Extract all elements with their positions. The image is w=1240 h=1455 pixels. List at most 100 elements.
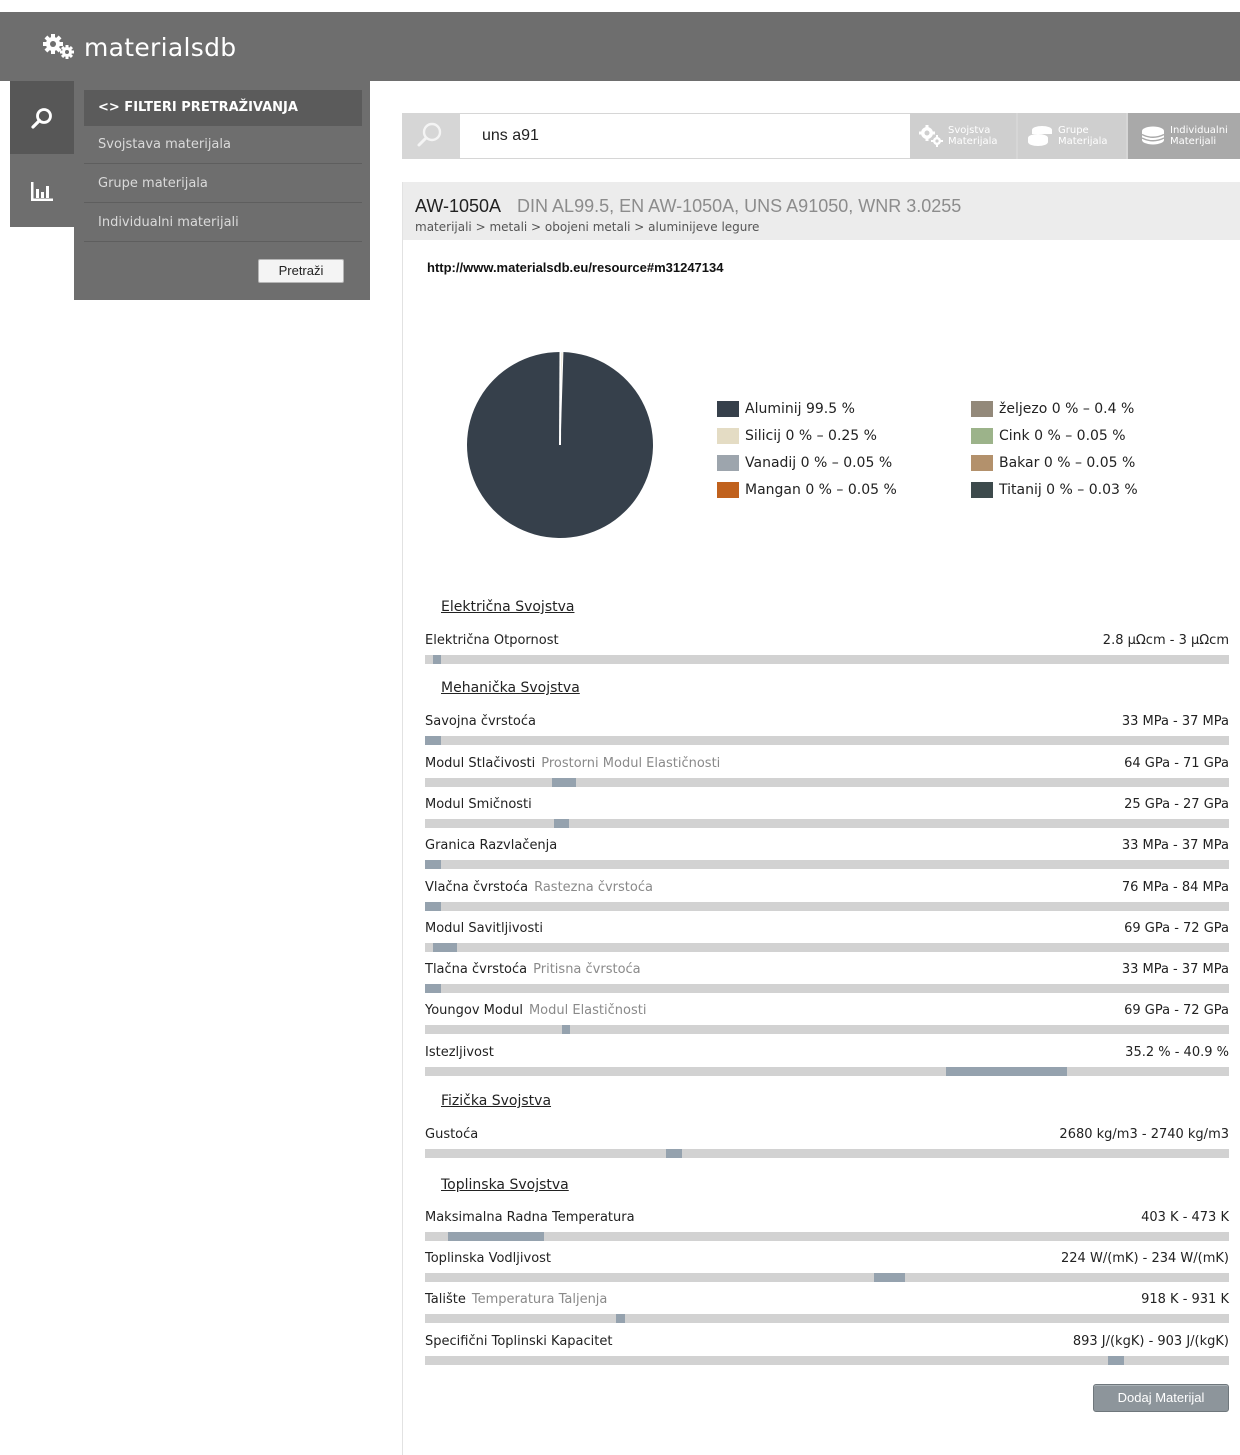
property-range-bar [425, 860, 1229, 869]
legend-item-mangan: Mangan 0 % – 0.05 % [717, 480, 897, 500]
property-label: Istezljivost [425, 1045, 500, 1060]
property-row[interactable]: Youngov Modul Modul Elastičnosti 69 GPa - … [425, 1003, 1229, 1034]
legend-label: Silicij 0 % – 0.25 % [745, 428, 877, 444]
legend-swatch [971, 401, 993, 417]
legend-item-vanadij: Vanadij 0 % – 0.05 % [717, 453, 892, 473]
section-electrical[interactable]: Električna Svojstva [441, 599, 574, 615]
property-label: Vlačna čvrstoća Rastezna čvrstoća [425, 880, 653, 895]
property-range-bar [425, 984, 1229, 993]
filter-item-properties[interactable]: Svojstava materijala [84, 126, 362, 164]
property-row[interactable]: Vlačna čvrstoća Rastezna čvrstoća 76 MPa -… [425, 880, 1229, 911]
property-row[interactable]: Maksimalna Radna Temperatura 403 K - 473 … [425, 1210, 1229, 1241]
property-range-bar [425, 736, 1229, 745]
tab-material-groups[interactable]: Grupe Materijala [1018, 113, 1126, 159]
property-row[interactable]: Granica Razvlačenja 33 MPa - 37 MPa [425, 838, 1229, 869]
tab-individual-materials-line1: Individualni [1170, 125, 1228, 136]
property-name: Gustoća [425, 1127, 479, 1142]
tab-individual-materials-line2: Materijali [1170, 136, 1217, 147]
property-row[interactable]: Modul Savitljivosti 69 GPa - 72 GPa [425, 921, 1229, 952]
property-synonym: Pritisna čvrstoća [533, 962, 641, 977]
breadcrumb[interactable]: materijali > metali > obojeni metali > a… [415, 220, 759, 234]
property-row[interactable]: Savojna čvrstoća 33 MPa - 37 MPa [425, 714, 1229, 745]
property-label: Youngov Modul Modul Elastičnosti [425, 1003, 646, 1018]
search-tab[interactable] [10, 81, 74, 154]
property-value: 69 GPa - 72 GPa [1124, 1003, 1229, 1018]
property-label: Tlačna čvrstoća Pritisna čvrstoća [425, 962, 641, 977]
property-range-fill [425, 736, 441, 745]
property-range-bar [425, 778, 1229, 787]
legend-swatch [717, 482, 739, 498]
property-row[interactable]: Toplinska Vodljivost 224 W/(mK) - 234 W/(… [425, 1251, 1229, 1282]
material-header: AW-1050A DIN AL99.5, EN AW-1050A, UNS A91… [403, 182, 1240, 240]
filter-item-groups[interactable]: Grupe materijala [84, 165, 362, 203]
property-synonym: Rastezna čvrstoća [534, 880, 653, 895]
property-range-bar [425, 1025, 1229, 1034]
stack-icon [1028, 126, 1052, 146]
search-button[interactable]: Pretraži [258, 259, 344, 283]
property-range-bar [425, 819, 1229, 828]
legend-swatch [717, 455, 739, 471]
material-card: AW-1050A DIN AL99.5, EN AW-1050A, UNS A91… [402, 182, 1240, 1455]
chart-tab[interactable] [10, 154, 74, 227]
filter-item-individual[interactable]: Individualni materijali [84, 204, 362, 242]
property-row[interactable]: Istezljivost 35.2 % - 40.9 % [425, 1045, 1229, 1076]
legend-item-bakar: Bakar 0 % – 0.05 % [971, 453, 1135, 473]
legend-swatch [971, 482, 993, 498]
property-row[interactable]: Modul Smičnosti 25 GPa - 27 GPa [425, 797, 1229, 828]
legend-item-cink: Cink 0 % – 0.05 % [971, 426, 1126, 446]
property-value: 403 K - 473 K [1141, 1210, 1229, 1225]
section-mechanical[interactable]: Mehanička Svojstva [441, 680, 580, 696]
legend-label: Vanadij 0 % – 0.05 % [745, 455, 893, 471]
legend-item-silicij: Silicij 0 % – 0.25 % [717, 426, 877, 446]
tab-material-properties[interactable]: Svojstva Materijala [910, 113, 1016, 159]
gears-icon [919, 125, 943, 147]
property-value: 25 GPa - 27 GPa [1124, 797, 1229, 812]
property-name: Modul Stlačivosti [425, 756, 536, 771]
tab-individual-materials[interactable]: Individualni Materijali [1128, 113, 1240, 159]
property-range-fill [666, 1149, 682, 1158]
property-row[interactable]: Električna Otpornost 2.8 μΩcm - 3 μΩcm [425, 633, 1229, 664]
legend-label: Titanij 0 % – 0.03 % [999, 482, 1138, 498]
material-name[interactable]: AW-1050A [415, 196, 501, 216]
legend-label: Bakar 0 % – 0.05 % [999, 455, 1136, 471]
property-name: Specifični Toplinski Kapacitet [425, 1334, 613, 1349]
filter-panel-title[interactable]: <> FILTERI PRETRAŽIVANJA [84, 90, 362, 126]
material-synonyms: DIN AL99.5, EN AW-1050A, UNS A91050, WNR… [517, 196, 962, 216]
property-name: Tlačna čvrstoća [425, 962, 528, 977]
property-value: 33 MPa - 37 MPa [1121, 962, 1229, 977]
search-input[interactable] [460, 114, 910, 158]
legend-label: Cink 0 % – 0.05 % [999, 428, 1126, 444]
property-range-fill [448, 1232, 544, 1241]
property-range-bar [425, 902, 1229, 911]
property-row[interactable]: Talište Temperatura Taljenja 918 K - 931 K [425, 1292, 1229, 1323]
legend-swatch [717, 401, 739, 417]
property-value: 2680 kg/m3 - 2740 kg/m3 [1059, 1127, 1229, 1142]
property-range-bar [425, 1314, 1229, 1323]
section-physical[interactable]: Fizička Svojstva [441, 1093, 551, 1109]
resource-uri[interactable]: http://www.materialsdb.eu/resource#m3124… [427, 260, 723, 275]
property-row[interactable]: Specifični Toplinski Kapacitet 893 J/(kgK… [425, 1334, 1229, 1365]
search-icon [31, 107, 52, 129]
property-name: Vlačna čvrstoća [425, 880, 529, 895]
legend-item-titanij: Titanij 0 % – 0.03 % [971, 480, 1138, 500]
property-value: 2.8 μΩcm - 3 μΩcm [1102, 633, 1229, 648]
property-name: Maksimalna Radna Temperatura [425, 1210, 635, 1225]
property-label: Gustoća [425, 1127, 484, 1142]
property-row[interactable]: Tlačna čvrstoća Pritisna čvrstoća 33 MPa -… [425, 962, 1229, 993]
property-row[interactable]: Gustoća 2680 kg/m3 - 2740 kg/m3 [425, 1127, 1229, 1158]
property-range-fill [1108, 1356, 1124, 1365]
logo[interactable]: materialsdb [42, 31, 236, 63]
logo-text: materialsdb [84, 32, 237, 62]
property-label: Modul Smičnosti [425, 797, 538, 812]
section-thermal[interactable]: Toplinska Svojstva [441, 1177, 569, 1193]
legend-label: željezo 0 % – 0.4 % [999, 401, 1135, 417]
property-row[interactable]: Modul Stlačivosti Prostorni Modul Elastič… [425, 756, 1229, 787]
search-icon [417, 122, 442, 147]
property-label: Maksimalna Radna Temperatura [425, 1210, 641, 1225]
property-value: 76 MPa - 84 MPa [1121, 880, 1229, 895]
stack-icon [1141, 126, 1165, 145]
add-material-button[interactable]: Dodaj Materijal [1093, 1384, 1229, 1412]
property-label: Talište Temperatura Taljenja [425, 1292, 607, 1307]
composition-pie-chart [467, 351, 653, 538]
property-name: Youngov Modul [425, 1003, 523, 1018]
